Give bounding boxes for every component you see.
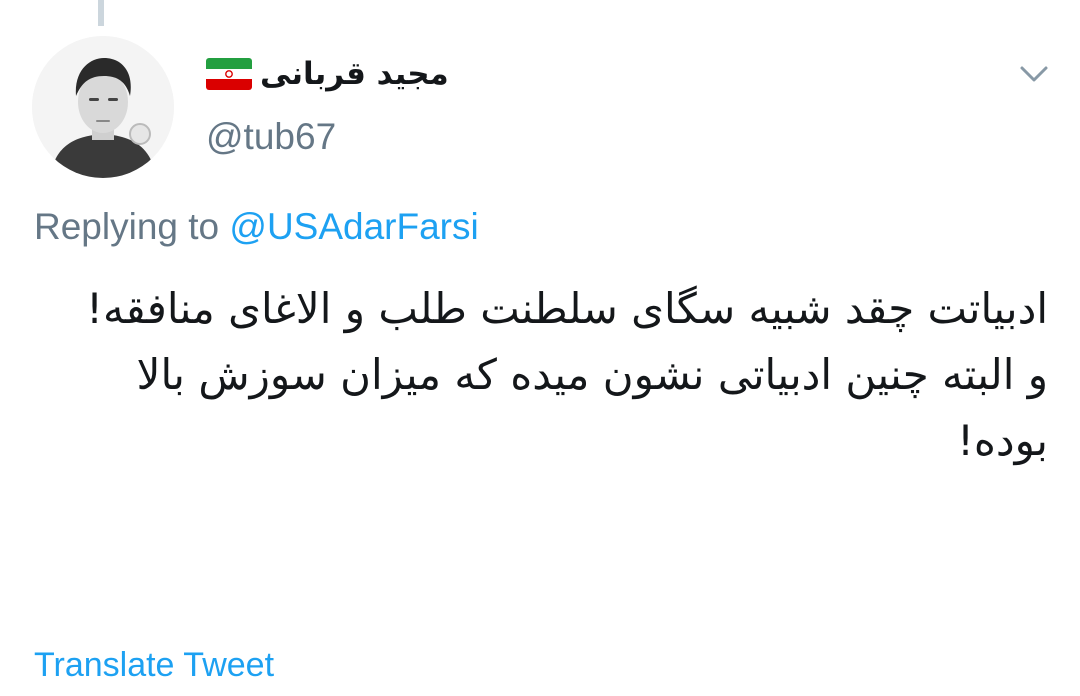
avatar-photo <box>32 36 174 178</box>
translate-tweet-link[interactable]: Translate Tweet <box>34 646 274 685</box>
chevron-down-icon[interactable] <box>1014 54 1054 94</box>
thread-connector-line <box>98 0 104 26</box>
replying-to-label: Replying to <box>34 206 220 247</box>
author-handle[interactable]: @tub67 <box>206 116 336 158</box>
author-name-text: مجید قربانی <box>260 56 449 92</box>
tweet-text-paragraph: ادبیاتت چقد شبیه سگای سلطنت طلب و الاغای… <box>86 284 1048 333</box>
avatar[interactable] <box>32 36 174 178</box>
replying-to-line: Replying to @USAdarFarsi <box>34 206 479 248</box>
iran-flag-icon <box>206 58 252 90</box>
tweet-text-paragraph: و البته چنین ادبیاتی نشون میده که میزان … <box>136 350 1048 465</box>
author-display-name[interactable]: مجید قربانی <box>206 46 449 102</box>
tweet-text: ادبیاتت چقد شبیه سگای سلطنت طلب و الاغای… <box>34 276 1048 474</box>
replying-to-mention-link[interactable]: @USAdarFarsi <box>229 206 478 247</box>
